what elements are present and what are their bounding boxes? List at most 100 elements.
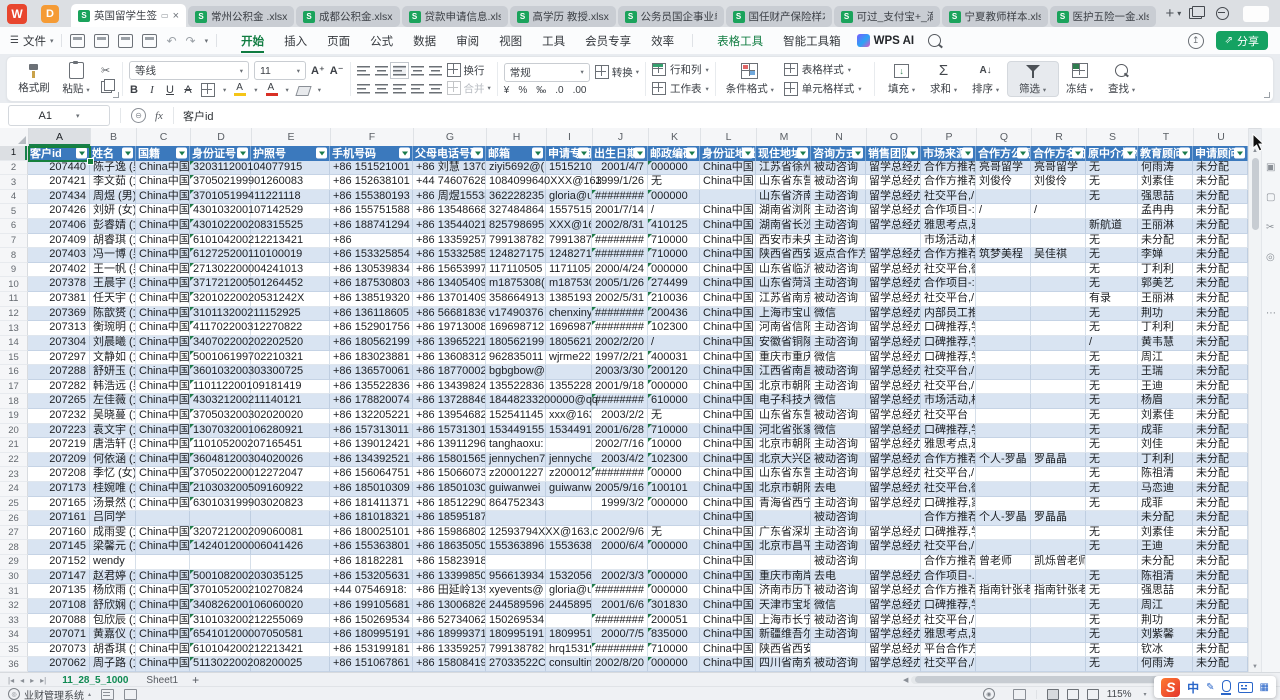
cell[interactable]: 杨眉 — [1138, 394, 1193, 409]
italic-button[interactable]: I — [147, 84, 157, 96]
filter-dropdown-icon[interactable] — [1017, 148, 1028, 159]
cell[interactable]: 500108200203035125 — [190, 570, 251, 585]
cell[interactable]: 亮哥留学 — [976, 161, 1031, 176]
bold-button[interactable]: B — [129, 84, 139, 96]
share-button[interactable]: ⇗ 分享 — [1216, 31, 1268, 50]
prev-sheet-icon[interactable]: ◂ — [20, 676, 24, 685]
cell[interactable]: 吴晓蔓 (女 — [90, 409, 136, 424]
cell[interactable]: 207223 — [28, 424, 90, 439]
cell[interactable]: 未分配 — [1193, 467, 1248, 482]
cell[interactable] — [976, 643, 1031, 658]
column-header-A[interactable]: A — [29, 128, 91, 146]
cell[interactable]: 社交平台,/ — [921, 540, 976, 555]
cell[interactable] — [1031, 628, 1086, 643]
cell[interactable]: 留学总经办 — [866, 204, 921, 219]
cell[interactable]: 未分配 — [1193, 438, 1248, 453]
cell[interactable]: 370105199411221118 — [190, 190, 251, 205]
cell[interactable]: 主动咨询 — [811, 628, 866, 643]
cell[interactable]: 周煜 (男) — [90, 190, 136, 205]
cell[interactable]: 被动咨询 — [811, 453, 866, 468]
cell[interactable]: 207208 — [28, 467, 90, 482]
cell[interactable]: China中国 — [136, 351, 190, 366]
cell[interactable]: +86 138519320 — [330, 292, 413, 307]
cell[interactable]: 留学总经办 — [866, 628, 921, 643]
cell[interactable]: 黄韦慧 — [1138, 336, 1193, 351]
cell[interactable]: China中国 — [136, 234, 190, 249]
cell[interactable]: 主动咨询 — [811, 204, 866, 219]
cell[interactable]: 河北省张家 — [756, 424, 811, 439]
cell[interactable]: China中国 — [136, 204, 190, 219]
cell[interactable]: +86 18182281 — [330, 555, 413, 570]
cell[interactable] — [976, 467, 1031, 482]
cell[interactable]: 未分配 — [1193, 599, 1248, 614]
cell[interactable]: 无 — [1086, 424, 1138, 439]
cell[interactable]: +86 188741294 — [330, 219, 413, 234]
cell[interactable] — [1086, 204, 1138, 219]
cell[interactable]: 包欣辰 (女 — [90, 614, 136, 629]
cell[interactable]: 江苏省南京 — [756, 292, 811, 307]
cell[interactable]: 未分配 — [1193, 204, 1248, 219]
cell[interactable]: ######## — [592, 307, 648, 322]
cell[interactable]: 个人-罗晶 — [976, 511, 1031, 526]
cell[interactable]: 210303200509160922 — [190, 482, 251, 497]
contextual-tab-表格工具[interactable]: 表格工具 — [707, 27, 773, 54]
sort-button[interactable]: A↓ 排序 ▾ — [965, 63, 1007, 96]
cell[interactable]: China中国 — [700, 351, 756, 366]
file-tab[interactable]: S公务员国企事业单位 — [618, 6, 724, 27]
cell[interactable] — [976, 234, 1031, 249]
cell[interactable]: 430103200107142529 — [190, 204, 251, 219]
cell[interactable]: 主动咨询 — [811, 526, 866, 541]
cell[interactable]: 无 — [1086, 234, 1138, 249]
row-header-4[interactable]: 4 — [0, 190, 28, 205]
cell[interactable]: +86 180562199 — [330, 336, 413, 351]
cell[interactable]: 430321200211140121 — [190, 394, 251, 409]
cell[interactable] — [1031, 380, 1086, 395]
cell[interactable]: 未分配 — [1138, 555, 1193, 570]
cell[interactable]: 刘素佳 — [1138, 526, 1193, 541]
cell[interactable]: guiwanwei — [486, 482, 546, 497]
cell[interactable]: 未分配 — [1193, 540, 1248, 555]
paste-button[interactable]: 粘贴 ▾ — [55, 62, 97, 96]
cell[interactable]: 被动咨询 — [811, 657, 866, 672]
cell[interactable]: 207434 — [28, 190, 90, 205]
cell[interactable]: 207173 — [28, 482, 90, 497]
cell[interactable]: China中国 — [136, 277, 190, 292]
cell[interactable]: +86 157313011 — [330, 424, 413, 439]
cell[interactable]: China中国 — [700, 628, 756, 643]
scroll-left-icon[interactable]: ◀ — [903, 676, 908, 684]
cell[interactable]: 000000 — [648, 570, 700, 585]
cell[interactable]: +86 181411371 — [330, 497, 413, 512]
cell[interactable]: +86 13439824521 — [413, 380, 486, 395]
header-cell[interactable]: 合作方名称 — [1031, 146, 1086, 161]
cell[interactable]: 271302200004241013 — [190, 263, 251, 278]
cell[interactable]: 留学总经办 — [866, 219, 921, 234]
cell[interactable]: China中国 — [700, 467, 756, 482]
header-cell[interactable]: 出生日期 — [592, 146, 648, 161]
cell[interactable]: 117110505 — [546, 263, 592, 278]
row-header-12[interactable]: 12 — [0, 307, 28, 322]
cell[interactable]: 2001/6/6 — [592, 599, 648, 614]
cell[interactable]: 无 — [1086, 453, 1138, 468]
cell[interactable] — [700, 190, 756, 205]
cell[interactable]: +86 180995191 — [330, 628, 413, 643]
cell[interactable]: 汤景然 (女 — [90, 497, 136, 512]
cell[interactable]: 2002/8/20 — [592, 657, 648, 672]
cell[interactable]: 无 — [1086, 614, 1138, 629]
cell[interactable]: +44 07546918: — [330, 584, 413, 599]
cell[interactable]: 207232 — [28, 409, 90, 424]
cell[interactable]: 社交平台,/ — [921, 190, 976, 205]
filter-dropdown-icon[interactable] — [797, 148, 808, 159]
cell[interactable]: 留学总经办 — [866, 336, 921, 351]
cell[interactable]: 2000/6/4 — [592, 540, 648, 555]
cell[interactable]: 207282 — [28, 380, 90, 395]
cell[interactable]: 微信 — [811, 599, 866, 614]
cell[interactable]: 留学总经办 — [866, 292, 921, 307]
cell[interactable]: ######## — [592, 643, 648, 658]
cell[interactable]: China中国 — [700, 555, 756, 570]
cell[interactable]: 138519326 — [546, 292, 592, 307]
cell[interactable]: +86 周煜155380: — [413, 190, 486, 205]
shrink-font-button[interactable]: A⁻ — [330, 64, 344, 77]
cell[interactable]: 207219 — [28, 438, 90, 453]
cell[interactable]: +86 199105681 — [330, 599, 413, 614]
cell[interactable] — [1031, 614, 1086, 629]
